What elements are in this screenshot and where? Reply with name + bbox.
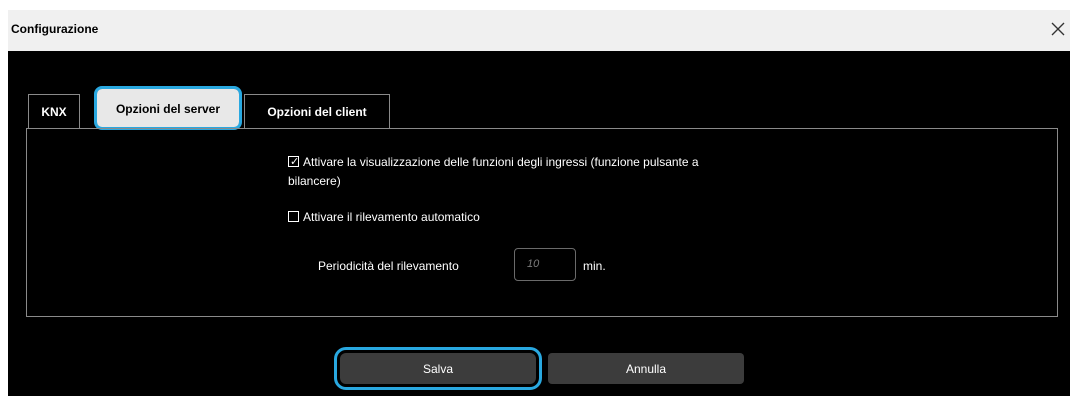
- period-unit: min.: [583, 259, 606, 273]
- title-bar: Configurazione: [8, 10, 1070, 51]
- period-input[interactable]: 10: [514, 248, 576, 281]
- auto-detection-option[interactable]: Attivare il rilevamento automatico: [288, 208, 480, 227]
- tab-server-options[interactable]: Opzioni del server: [94, 86, 242, 130]
- show-input-functions-checkbox[interactable]: ✓: [288, 156, 299, 168]
- tab-client-options[interactable]: Opzioni del client: [244, 94, 390, 128]
- auto-detection-checkbox[interactable]: [288, 211, 299, 222]
- tab-knx[interactable]: KNX: [28, 94, 80, 128]
- show-input-functions-label-2: bilancere): [288, 174, 341, 188]
- show-input-functions-option[interactable]: ✓ Attivare la visualizzazione delle funzi…: [288, 153, 699, 191]
- cancel-button[interactable]: Annulla: [548, 353, 744, 384]
- server-options-panel: ✓ Attivare la visualizzazione delle funzi…: [26, 128, 1058, 317]
- save-button[interactable]: Salva: [334, 347, 542, 390]
- auto-detection-label: Attivare il rilevamento automatico: [303, 210, 480, 224]
- check-icon: ✓: [290, 156, 300, 168]
- close-icon[interactable]: [1048, 19, 1068, 39]
- dialog-title: Configurazione: [11, 22, 99, 36]
- show-input-functions-label-1: Attivare la visualizzazione delle funzio…: [303, 155, 699, 169]
- period-label: Periodicità del rilevamento: [318, 259, 459, 273]
- configuration-dialog: Configurazione KNX Opzioni del server Op…: [8, 10, 1070, 396]
